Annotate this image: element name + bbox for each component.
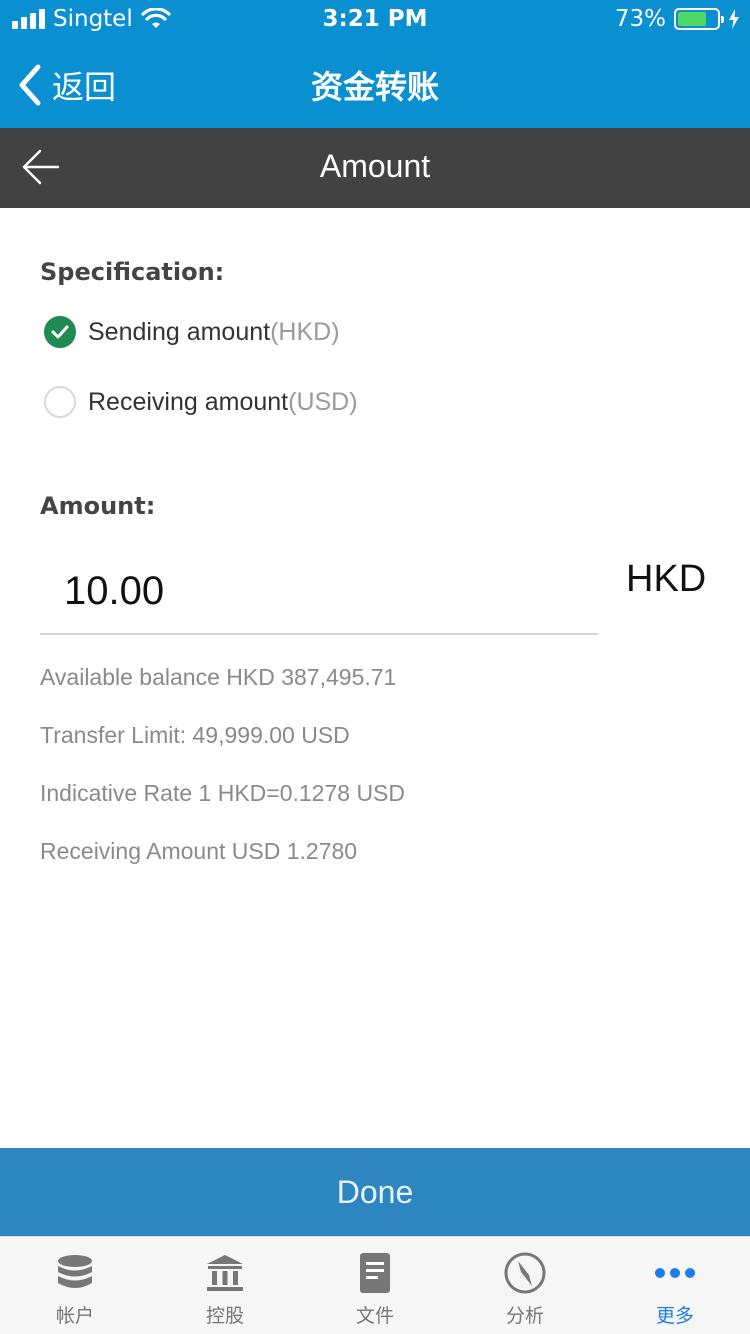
status-right: 73% bbox=[615, 6, 740, 32]
tab-analysis[interactable]: 分析 bbox=[450, 1237, 600, 1334]
option-label: Sending amount bbox=[88, 317, 271, 346]
currency-label: HKD bbox=[626, 558, 707, 600]
option-unit: (USD) bbox=[288, 387, 358, 416]
status-bar: Singtel 3:21 PM 73% bbox=[0, 0, 750, 40]
radio-unchecked-icon[interactable] bbox=[44, 386, 76, 418]
tab-bar: 帐户 控股 文件 分析 更多 bbox=[0, 1236, 750, 1334]
battery-icon bbox=[674, 8, 724, 30]
option-receiving-amount[interactable]: Receiving amount(USD) bbox=[44, 386, 358, 418]
battery-percent: 73% bbox=[614, 6, 666, 32]
tab-label: 帐户 bbox=[55, 1305, 94, 1327]
tab-holdings[interactable]: 控股 bbox=[150, 1237, 300, 1334]
done-button[interactable]: Done bbox=[0, 1148, 750, 1236]
available-balance-text: Available balance HKD 387,495.71 bbox=[40, 664, 397, 690]
tab-documents[interactable]: 文件 bbox=[300, 1237, 450, 1334]
specification-label: Specification: bbox=[40, 258, 225, 286]
option-sending-amount[interactable]: Sending amount(HKD) bbox=[44, 316, 340, 348]
radio-checked-icon[interactable] bbox=[44, 316, 76, 348]
transfer-limit-text: Transfer Limit: 49,999.00 USD bbox=[40, 722, 350, 748]
sub-header-title: Amount bbox=[319, 148, 431, 184]
compass-icon bbox=[503, 1251, 547, 1295]
page-title: 资金转账 bbox=[310, 68, 439, 106]
bank-icon bbox=[203, 1251, 247, 1295]
more-icon bbox=[653, 1251, 697, 1295]
option-unit: (HKD) bbox=[270, 317, 340, 346]
tab-label: 更多 bbox=[655, 1305, 694, 1327]
tab-label: 分析 bbox=[505, 1305, 544, 1327]
indicative-rate-text: Indicative Rate 1 HKD=0.1278 USD bbox=[40, 780, 406, 806]
option-label: Receiving amount bbox=[88, 387, 289, 416]
tab-label: 控股 bbox=[205, 1305, 244, 1327]
charging-icon bbox=[729, 9, 739, 29]
battery-fill bbox=[678, 12, 706, 26]
tab-label: 文件 bbox=[355, 1305, 394, 1327]
amount-input[interactable]: 10.00 bbox=[40, 555, 598, 635]
receiving-amount-text: Receiving Amount USD 1.2780 bbox=[40, 838, 358, 864]
tab-more[interactable]: 更多 bbox=[600, 1237, 750, 1334]
nav-bar: 返回 资金转账 bbox=[0, 40, 750, 128]
amount-label: Amount: bbox=[40, 492, 156, 520]
document-icon bbox=[353, 1251, 397, 1295]
checkmark-icon bbox=[51, 325, 69, 339]
tab-accounts[interactable]: 帐户 bbox=[0, 1237, 150, 1334]
database-icon bbox=[53, 1251, 97, 1295]
sub-header: Amount bbox=[0, 128, 750, 208]
